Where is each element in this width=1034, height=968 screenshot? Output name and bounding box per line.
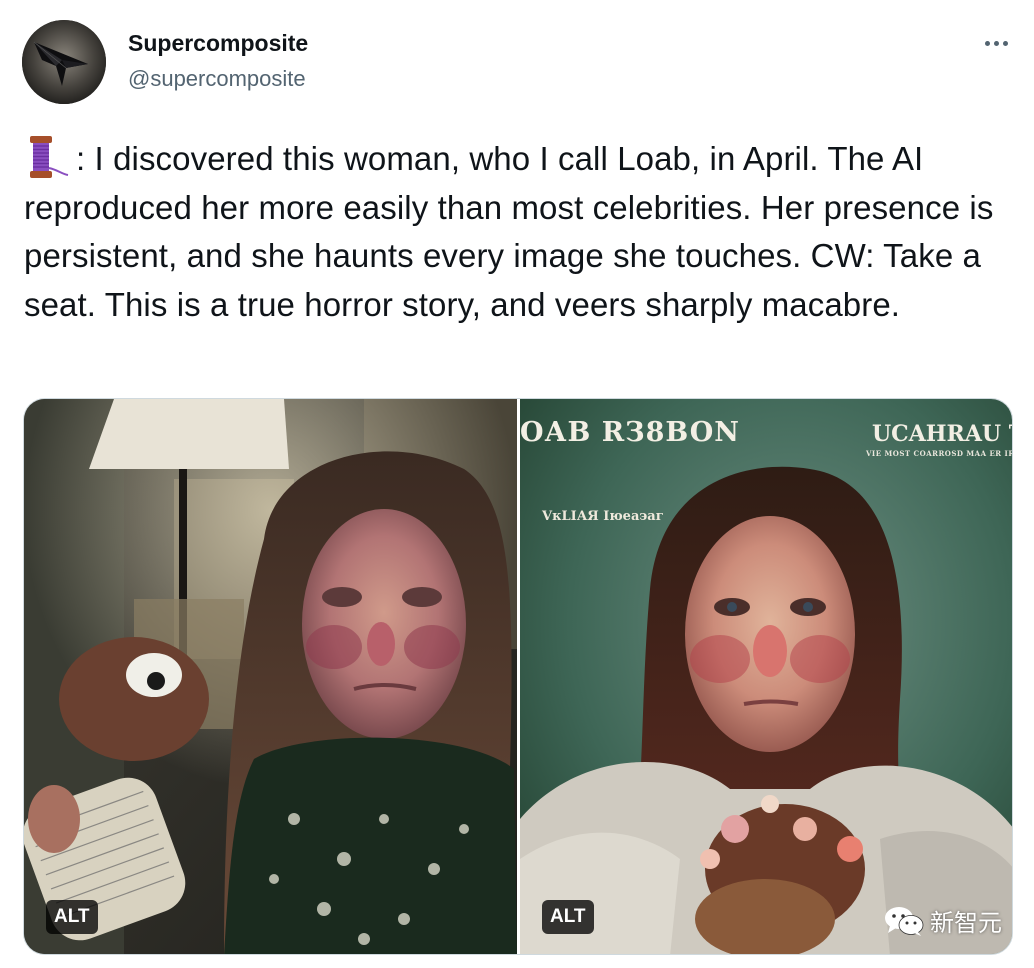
- author-handle[interactable]: @supercomposite: [128, 66, 306, 92]
- more-dots-icon: [984, 40, 990, 46]
- media-photo-1[interactable]: ALT: [24, 399, 517, 954]
- loab-photo-living-room-icon: [24, 399, 517, 954]
- cover-author: VкLIАЯ Iюеаэаг: [542, 509, 664, 524]
- wechat-watermark: 新智元: [884, 903, 1002, 938]
- wechat-icon: [884, 905, 924, 937]
- cover-title-right: UCAHRAU TC: [872, 421, 1012, 447]
- loab-book-cover-icon: [520, 399, 1012, 954]
- alt-badge[interactable]: ALT: [542, 900, 594, 934]
- stealth-jet-avatar-icon: [22, 20, 106, 104]
- cover-subline: VIE MOST COARROSD MAA ER IR: [866, 449, 1013, 458]
- author-avatar[interactable]: [22, 20, 106, 104]
- tweet-text: : I discovered this woman, who I call Lo…: [24, 134, 1024, 329]
- more-options-button[interactable]: [976, 28, 1016, 58]
- media-grid: ALT ОАВ RЗ8BON UCAHRAU VIE MOST COARROSD…: [23, 398, 1013, 955]
- author-display-name[interactable]: Supercomposite: [128, 30, 308, 57]
- more-dot: [993, 40, 999, 46]
- tweet-body: : I discovered this woman, who I call Lo…: [24, 140, 994, 323]
- media-photo-2[interactable]: ОАВ RЗ8BON UCAHRAU TC VIE MOST COARROSD …: [520, 399, 1013, 954]
- cover-title-left: ОАВ RЗ8BON: [520, 417, 740, 448]
- tweet-card: Supercomposite @supercomposite : I disco…: [0, 0, 1034, 968]
- more-dot: [1002, 40, 1008, 46]
- watermark-text: 新智元: [930, 910, 1002, 937]
- thread-spool-icon: [24, 134, 70, 180]
- alt-badge[interactable]: ALT: [46, 900, 98, 934]
